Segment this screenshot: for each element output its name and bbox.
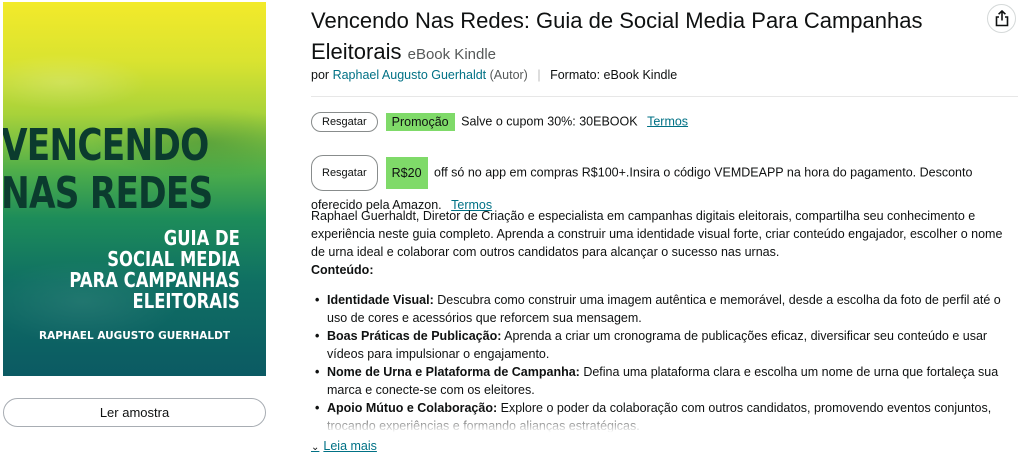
- list-item-term: Boas Práticas de Publicação:: [327, 329, 502, 343]
- author-role: (Autor): [489, 68, 528, 82]
- coupon-text: Salve o cupom 30%: 30EBOOK: [461, 114, 638, 129]
- list-item: Boas Práticas de Publicação: Aprenda a c…: [311, 327, 1016, 363]
- description-fade: [311, 412, 1021, 436]
- share-icon: [995, 10, 1008, 27]
- cover-subtitle-line: ELEITORAIS: [132, 289, 240, 313]
- redeem-coupon-button[interactable]: Resgatar: [311, 155, 378, 191]
- discount-badge: R$20: [385, 157, 428, 189]
- coupon-row: Resgatar Promoção Salve o cupom 30%: 30EB…: [311, 112, 688, 132]
- product-title: Vencendo Nas Redes: Guia de Social Media…: [311, 5, 951, 70]
- redeem-coupon-button[interactable]: Resgatar: [311, 112, 378, 132]
- product-format-inline: eBook Kindle: [407, 46, 497, 63]
- description-paragraph: Raphael Guerhaldt, Diretor de Criação e …: [311, 209, 1003, 259]
- list-item: Identidade Visual: Descubra como constru…: [311, 291, 1016, 327]
- cover-author: RAPHAEL AUGUSTO GUERHALDT: [38, 330, 230, 342]
- list-item: Nome de Urna e Plataforma de Campanha: D…: [311, 363, 1016, 399]
- byline-by: por: [311, 68, 330, 82]
- cover-subtitle-line: GUIA DE: [163, 226, 240, 250]
- read-more-link[interactable]: ⌄ Leia mais: [311, 439, 377, 452]
- read-sample-button[interactable]: Ler amostra: [3, 398, 266, 427]
- cover-title-line1: VENCENDO: [3, 120, 209, 171]
- product-title-text: Vencendo Nas Redes: Guia de Social Media…: [311, 8, 923, 64]
- book-description: Raphael Guerhaldt, Diretor de Criação e …: [311, 207, 1011, 279]
- byline-separator: |: [537, 68, 541, 82]
- cover-subtitle: GUIA DE SOCIAL MEDIA PARA CAMPANHAS ELEI…: [70, 228, 240, 312]
- cover-subtitle-line: SOCIAL MEDIA: [107, 247, 240, 271]
- read-more-label: Leia mais: [323, 439, 377, 452]
- terms-link[interactable]: Termos: [647, 114, 688, 128]
- list-item-term: Identidade Visual:: [327, 293, 434, 307]
- divider: [311, 96, 1018, 97]
- book-cover-image[interactable]: VENCENDO NAS REDES GUIA DE SOCIAL MEDIA …: [3, 2, 266, 376]
- share-button[interactable]: [987, 4, 1016, 33]
- cover-subtitle-line: PARA CAMPANHAS: [69, 268, 240, 292]
- contents-heading: Conteúdo:: [311, 263, 374, 277]
- coupon-text-line1: off só no app em compras R$100+.Insira o…: [434, 165, 973, 180]
- list-item-term: Nome de Urna e Plataforma de Campanha:: [327, 365, 580, 379]
- cover-title-line2: NAS REDES: [3, 168, 213, 219]
- byline: por Raphael Augusto Guerhaldt (Autor) | …: [311, 68, 677, 82]
- format-label: Formato: eBook Kindle: [550, 68, 678, 82]
- promo-badge: Promoção: [385, 113, 455, 131]
- author-link[interactable]: Raphael Augusto Guerhaldt: [333, 68, 487, 82]
- chevron-down-icon: ⌄: [311, 442, 320, 452]
